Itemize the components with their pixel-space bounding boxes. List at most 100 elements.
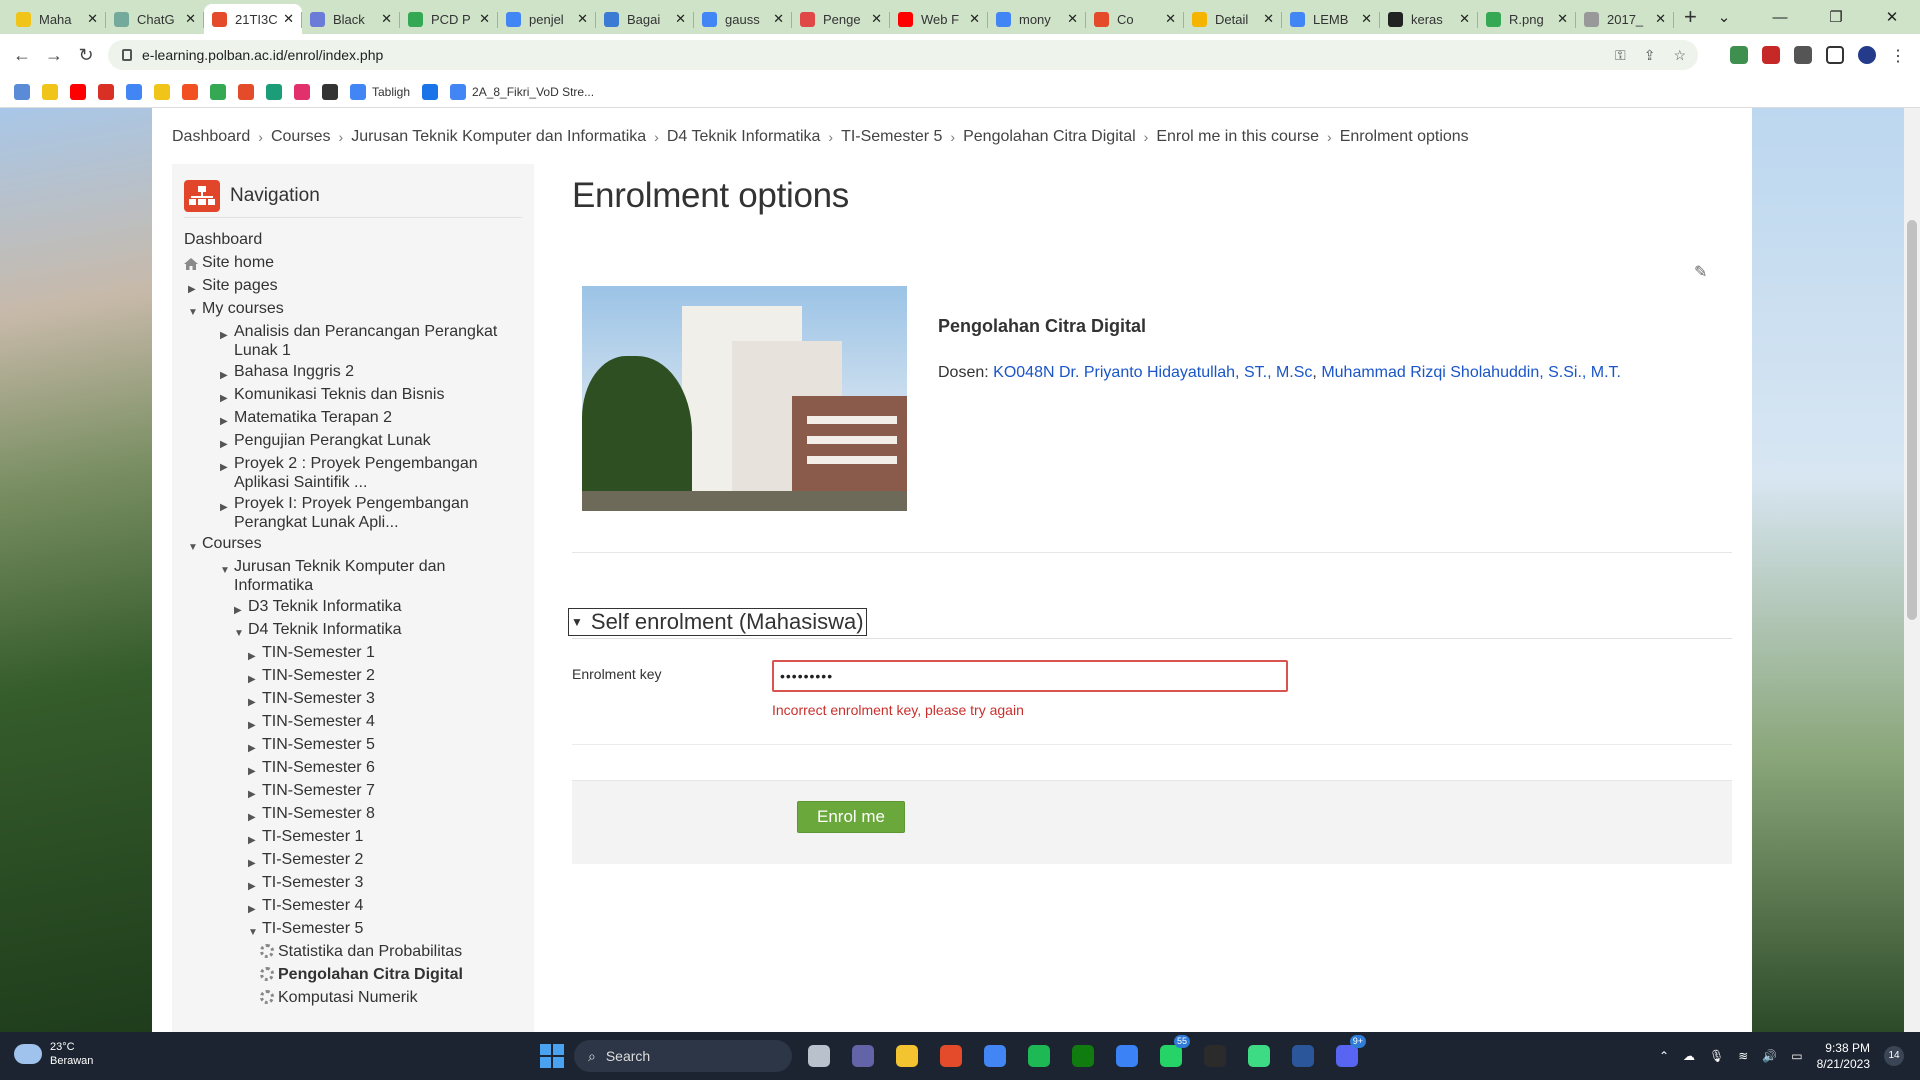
close-window-button[interactable]: ✕ (1864, 8, 1920, 26)
tab-close-icon[interactable]: ✕ (969, 11, 980, 27)
nav-item[interactable]: Dashboard (184, 228, 522, 251)
bookmark-item[interactable] (266, 83, 282, 100)
taskbar-app-icon[interactable] (1066, 1039, 1100, 1073)
browser-tab[interactable]: mony ✕ (988, 4, 1086, 34)
nav-item[interactable]: ▶ TIN-Semester 4 (184, 710, 522, 733)
breadcrumb-item[interactable]: Pengolahan Citra Digital (963, 128, 1136, 146)
bookmark-item[interactable] (294, 83, 310, 100)
nav-item[interactable]: ▶ TIN-Semester 7 (184, 779, 522, 802)
nav-item[interactable]: ▶ TIN-Semester 3 (184, 687, 522, 710)
bookmark-item[interactable] (182, 83, 198, 100)
onedrive-icon[interactable]: ☁ (1683, 1049, 1695, 1063)
browser-tab[interactable]: keras ✕ (1380, 4, 1478, 34)
browser-tab[interactable]: Maha ✕ (8, 4, 106, 34)
tab-close-icon[interactable]: ✕ (1361, 11, 1372, 27)
nav-item[interactable]: ▶ TIN-Semester 1 (184, 641, 522, 664)
back-icon[interactable]: ← (6, 45, 38, 66)
minimize-button[interactable]: — (1752, 9, 1808, 26)
tab-close-icon[interactable]: ✕ (1557, 11, 1568, 27)
taskbar-app-icon[interactable] (802, 1039, 836, 1073)
bookmark-item[interactable] (98, 83, 114, 100)
puzzle-icon[interactable] (1794, 46, 1812, 64)
bookmark-item[interactable] (42, 83, 58, 100)
breadcrumb-item[interactable]: TI-Semester 5 (841, 128, 942, 146)
nav-item[interactable]: ▶ D3 Teknik Informatika (184, 595, 522, 618)
bookmark-item[interactable] (14, 83, 30, 100)
notification-count[interactable]: 14 (1884, 1046, 1904, 1066)
url-text[interactable]: e-learning.polban.ac.id/enrol/index.php (142, 47, 383, 63)
browser-tab[interactable]: Detail ✕ (1184, 4, 1282, 34)
browser-tab[interactable]: LEMB ✕ (1282, 4, 1380, 34)
tab-close-icon[interactable]: ✕ (1655, 11, 1666, 27)
nav-item[interactable]: ▼ My courses (184, 297, 522, 320)
breadcrumb-item[interactable]: Jurusan Teknik Komputer dan Informatika (351, 128, 646, 146)
page-scrollbar[interactable] (1904, 108, 1920, 1032)
sidepanel-icon[interactable] (1826, 46, 1844, 64)
browser-tab[interactable]: 21TI3C ✕ (204, 4, 302, 34)
teacher-link[interactable]: Muhammad Rizqi Sholahuddin, S.Si., M.T. (1321, 364, 1621, 381)
scrollbar-thumb[interactable] (1907, 220, 1917, 620)
tab-close-icon[interactable]: ✕ (1165, 11, 1176, 27)
breadcrumb-item[interactable]: Dashboard (172, 128, 250, 146)
tab-close-icon[interactable]: ✕ (871, 11, 882, 27)
caret-right-icon[interactable]: ▶ (220, 326, 228, 345)
tab-close-icon[interactable]: ✕ (1067, 11, 1078, 27)
browser-tab[interactable]: Web F ✕ (890, 4, 988, 34)
browser-tab[interactable]: 2017_ ✕ (1576, 4, 1674, 34)
taskbar-app-icon[interactable] (934, 1039, 968, 1073)
tab-close-icon[interactable]: ✕ (479, 11, 490, 27)
extension-icon[interactable] (1730, 46, 1748, 64)
share-icon[interactable]: ⇪ (1644, 47, 1656, 64)
nav-item[interactable]: ▼ Courses (184, 532, 522, 555)
nav-item[interactable]: ▶ TI-Semester 1 (184, 825, 522, 848)
volume-icon[interactable]: 🔊 (1762, 1049, 1777, 1063)
caret-right-icon[interactable]: ▶ (220, 498, 228, 517)
bookmark-item[interactable] (238, 83, 254, 100)
nav-item[interactable]: Pengolahan Citra Digital (184, 963, 522, 986)
microphone-icon[interactable]: 🎙 (1709, 1049, 1724, 1063)
bookmark-star-icon[interactable]: ☆ (1673, 47, 1686, 64)
nav-item[interactable]: ▶ TI-Semester 3 (184, 871, 522, 894)
nav-item[interactable]: ▶ TI-Semester 2 (184, 848, 522, 871)
windows-start-icon[interactable] (540, 1044, 564, 1068)
taskbar-app-icon[interactable] (890, 1039, 924, 1073)
nav-item[interactable]: ▶ Matematika Terapan 2 (184, 406, 522, 429)
taskbar-app-icon[interactable] (1286, 1039, 1320, 1073)
edit-icon[interactable]: ✎ (1694, 262, 1707, 282)
browser-tab[interactable]: gauss ✕ (694, 4, 792, 34)
caret-right-icon[interactable]: ▶ (220, 458, 228, 477)
nav-item[interactable]: ▶ TIN-Semester 6 (184, 756, 522, 779)
nav-item[interactable]: ▶ TIN-Semester 2 (184, 664, 522, 687)
extension-icon[interactable] (1762, 46, 1780, 64)
enrol-me-button[interactable]: Enrol me (797, 801, 905, 833)
bookmark-item[interactable] (322, 83, 338, 100)
address-bar[interactable]: e-learning.polban.ac.id/enrol/index.php … (108, 40, 1698, 70)
browser-tab[interactable]: PCD P ✕ (400, 4, 498, 34)
menu-icon[interactable]: ⋮ (1890, 46, 1906, 65)
nav-item[interactable]: ▼ Jurusan Teknik Komputer dan Informatika (184, 555, 522, 595)
taskbar-app-icon[interactable] (1242, 1039, 1276, 1073)
nav-item[interactable]: Statistika dan Probabilitas (184, 940, 522, 963)
teacher-link[interactable]: KO048N Dr. Priyanto Hidayatullah, ST., M… (993, 364, 1312, 381)
bookmark-item[interactable] (422, 83, 439, 100)
browser-tab[interactable]: Co ✕ (1086, 4, 1184, 34)
nav-item[interactable]: ▶ Proyek 2 : Proyek Pengembangan Aplikasi… (184, 452, 522, 492)
breadcrumb-item[interactable]: Courses (271, 128, 331, 146)
tab-close-icon[interactable]: ✕ (87, 11, 98, 27)
new-tab-button[interactable]: + (1684, 4, 1697, 30)
nav-item[interactable]: ▶ Pengujian Perangkat Lunak (184, 429, 522, 452)
browser-tab[interactable]: Penge ✕ (792, 4, 890, 34)
self-enrolment-legend[interactable]: ▼ Self enrolment (Mahasiswa) (568, 608, 867, 636)
nav-item[interactable]: Site home (184, 251, 522, 274)
tab-close-icon[interactable]: ✕ (773, 11, 784, 27)
nav-item[interactable]: ▶ Analisis dan Perancangan Perangkat Luna… (184, 320, 522, 360)
nav-item[interactable]: ▶ Proyek I: Proyek Pengembangan Perangkat… (184, 492, 522, 532)
bookmark-item[interactable] (126, 83, 142, 100)
battery-icon[interactable]: ▭ (1791, 1049, 1802, 1063)
bookmark-item[interactable]: Tabligh (350, 83, 410, 100)
nav-item[interactable]: ▶ Komunikasi Teknis dan Bisnis (184, 383, 522, 406)
forward-icon[interactable]: → (38, 45, 70, 66)
nav-item[interactable]: ▶ Bahasa Inggris 2 (184, 360, 522, 383)
breadcrumb-item[interactable]: Enrol me in this course (1156, 128, 1319, 146)
tab-close-icon[interactable]: ✕ (381, 11, 392, 27)
